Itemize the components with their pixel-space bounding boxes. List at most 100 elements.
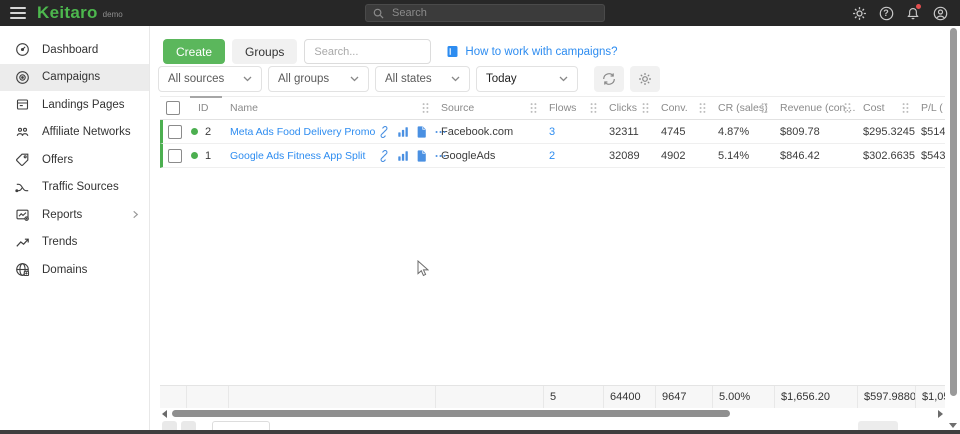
column-header-pl[interactable]: P/L ( <box>915 97 945 119</box>
global-search[interactable] <box>365 4 605 22</box>
scroll-left-arrow-icon[interactable] <box>162 410 167 418</box>
sidebar-item-domains[interactable]: Domains <box>0 256 149 284</box>
sources-filter-select[interactable]: All sources <box>158 66 262 92</box>
column-header-cost[interactable]: Cost <box>857 97 915 119</box>
status-active-dot <box>191 152 198 159</box>
column-header-conv[interactable]: Conv. <box>655 97 712 119</box>
campaigns-toolbar: Create Groups How to work with campaigns… <box>163 39 618 64</box>
create-button[interactable]: Create <box>163 39 225 64</box>
table-settings-button[interactable] <box>630 66 660 92</box>
states-filter-value: All states <box>385 73 432 85</box>
sidebar-item-reports[interactable]: Reports <box>0 201 149 229</box>
totals-conv: 9647 <box>655 386 712 408</box>
chevron-down-icon <box>451 76 460 82</box>
drag-handle-icon[interactable] <box>642 103 649 114</box>
window-bottom-edge <box>0 430 960 434</box>
notifications-bell-icon[interactable] <box>905 5 921 21</box>
column-header-name[interactable]: Name <box>228 97 435 119</box>
revenue-value: $846.42 <box>774 144 857 167</box>
campaign-stats-icon[interactable] <box>397 126 409 138</box>
chevron-down-icon <box>350 76 359 82</box>
totals-revenue: $1,656.20 <box>774 386 857 408</box>
column-header-revenue[interactable]: Revenue (con… <box>774 97 857 119</box>
keitaro-app: Keitaro demo ? <box>0 0 960 434</box>
filters-row: All sources All groups All states Today <box>158 66 660 92</box>
global-search-input[interactable] <box>390 6 574 20</box>
row-actions <box>378 126 447 138</box>
campaign-stats-icon[interactable] <box>397 150 409 162</box>
row-checkbox[interactable] <box>168 149 182 163</box>
date-range-select[interactable]: Today <box>476 66 578 92</box>
more-actions-icon[interactable] <box>434 150 447 162</box>
campaign-name-link[interactable]: Google Ads Fitness App Split <box>230 150 365 162</box>
env-label: demo <box>103 10 123 19</box>
help-icon[interactable]: ? <box>878 5 894 21</box>
sidebar-item-label: Trends <box>42 236 77 248</box>
drag-handle-icon[interactable] <box>590 103 597 114</box>
flows-link[interactable]: 2 <box>549 150 555 162</box>
campaign-search-input[interactable] <box>304 39 431 64</box>
horizontal-scrollbar-thumb[interactable] <box>172 410 730 417</box>
scroll-right-arrow-icon[interactable] <box>938 410 943 418</box>
groups-button[interactable]: Groups <box>232 39 297 64</box>
refresh-button[interactable] <box>594 66 624 92</box>
row-checkbox[interactable] <box>168 125 182 139</box>
revenue-value: $809.78 <box>774 120 857 143</box>
cr-value: 4.87% <box>712 120 774 143</box>
sidebar-item-label: Traffic Sources <box>42 181 119 193</box>
settings-gear-icon[interactable] <box>851 5 867 21</box>
sidebar-item-label: Landings Pages <box>42 99 124 111</box>
conversions-value: 4745 <box>655 120 712 143</box>
sidebar-item-affiliate-networks[interactable]: Affiliate Networks <box>0 119 149 147</box>
sidebar-item-traffic-sources[interactable]: Traffic Sources <box>0 174 149 202</box>
topbar-icons: ? <box>851 5 960 21</box>
column-header-cr-sales[interactable]: CR (sales) <box>712 97 774 119</box>
campaign-link-icon[interactable] <box>378 126 390 138</box>
column-header-id[interactable]: ID <box>186 97 228 119</box>
column-header-flows[interactable]: Flows <box>543 97 603 119</box>
table-row[interactable]: 2 Meta Ads Food Delivery Promo <box>160 120 945 144</box>
groups-filter-select[interactable]: All groups <box>268 66 369 92</box>
reports-icon <box>15 207 30 222</box>
how-to-work-link[interactable]: How to work with campaigns? <box>446 45 617 58</box>
drag-handle-icon[interactable] <box>761 103 768 114</box>
totals-clicks: 64400 <box>603 386 655 408</box>
sidebar-item-trends[interactable]: Trends <box>0 229 149 257</box>
sidebar-item-dashboard[interactable]: Dashboard <box>0 36 149 64</box>
campaign-report-icon[interactable] <box>416 126 427 138</box>
affiliate-networks-icon <box>15 125 30 140</box>
sidebar-item-label: Domains <box>42 264 87 276</box>
drag-handle-icon[interactable] <box>530 103 537 114</box>
states-filter-select[interactable]: All states <box>375 66 470 92</box>
column-header-clicks[interactable]: Clicks <box>603 97 655 119</box>
campaign-link-icon[interactable] <box>378 150 390 162</box>
campaign-name-link[interactable]: Meta Ads Food Delivery Promo <box>230 126 375 138</box>
status-active-dot <box>191 128 198 135</box>
sidebar-item-campaigns[interactable]: Campaigns <box>0 64 149 92</box>
campaign-id: 2 <box>205 126 211 138</box>
sidebar-item-offers[interactable]: Offers <box>0 146 149 174</box>
drag-handle-icon[interactable] <box>699 103 706 114</box>
dashboard-icon <box>15 42 30 57</box>
table-header: ID Name Source Flows <box>160 96 945 120</box>
campaign-source: GoogleAds <box>435 144 543 167</box>
scroll-down-arrow-icon[interactable] <box>949 423 957 428</box>
horizontal-scrollbar[interactable] <box>160 408 945 420</box>
chevron-down-icon <box>243 76 252 82</box>
table-row[interactable]: 1 Google Ads Fitness App Split <box>160 144 945 168</box>
campaign-report-icon[interactable] <box>416 150 427 162</box>
drag-handle-icon[interactable] <box>902 103 909 114</box>
search-icon <box>373 8 384 19</box>
column-header-source[interactable]: Source <box>435 97 543 119</box>
drag-handle-icon[interactable] <box>422 103 429 114</box>
vertical-scrollbar-thumb[interactable] <box>950 28 957 396</box>
select-all-checkbox[interactable] <box>166 101 180 115</box>
user-account-icon[interactable] <box>932 5 948 21</box>
drag-handle-icon[interactable] <box>844 103 851 114</box>
sidebar-item-landings-pages[interactable]: Landings Pages <box>0 91 149 119</box>
sidebar: Dashboard Campaigns Landings Pages <box>0 26 150 430</box>
pl-value: $514 <box>915 120 945 143</box>
more-actions-icon[interactable] <box>434 126 447 138</box>
hamburger-menu-icon[interactable] <box>10 7 26 19</box>
flows-link[interactable]: 3 <box>549 126 555 138</box>
